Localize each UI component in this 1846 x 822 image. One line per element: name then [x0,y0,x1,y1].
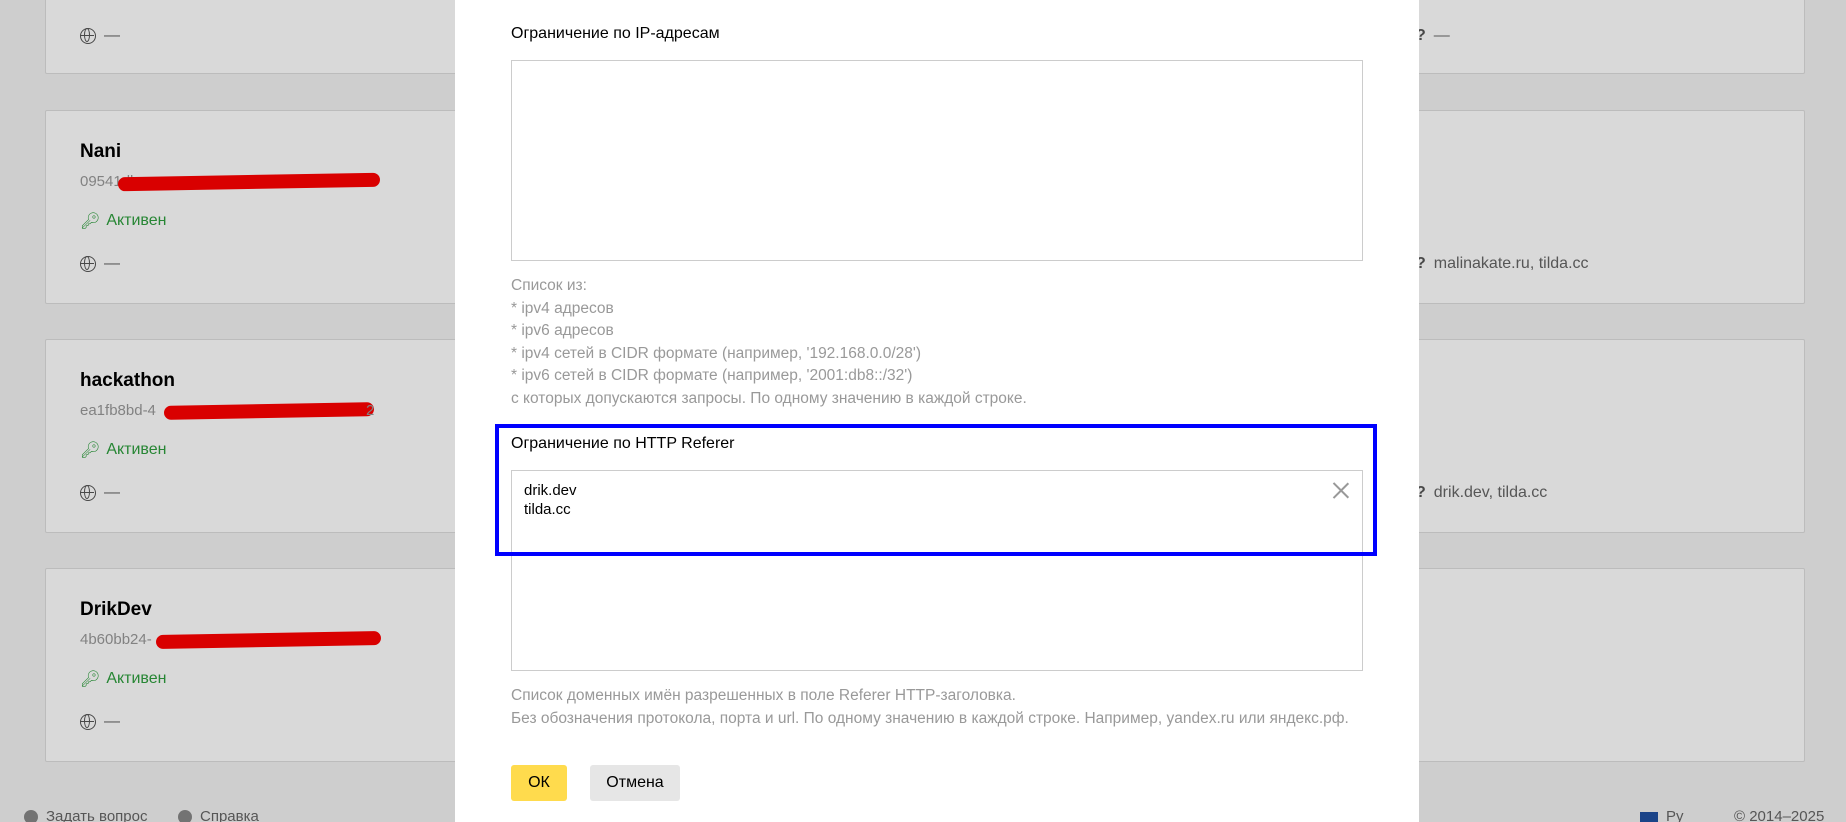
referer-textarea-value: drik.dev tilda.cc [524,482,577,518]
restrictions-modal: Ограничение по IP-адресам Список из: * i… [455,0,1419,822]
referer-restriction-textarea[interactable]: drik.dev tilda.cc [511,470,1363,671]
referer-restriction-hint: Список доменных имён разрешенных в поле … [511,687,1349,727]
ip-restriction-title: Ограничение по IP-адресам [511,25,720,42]
ip-restriction-hint: Список из: * ipv4 адресов * ipv6 адресов… [511,277,1027,407]
cancel-button[interactable]: Отмена [590,765,680,801]
ip-restriction-textarea[interactable] [511,60,1363,261]
ok-button[interactable]: ОК [511,765,567,801]
referer-restriction-title: Ограничение по HTTP Referer [511,435,735,452]
clear-icon[interactable] [1332,481,1350,499]
